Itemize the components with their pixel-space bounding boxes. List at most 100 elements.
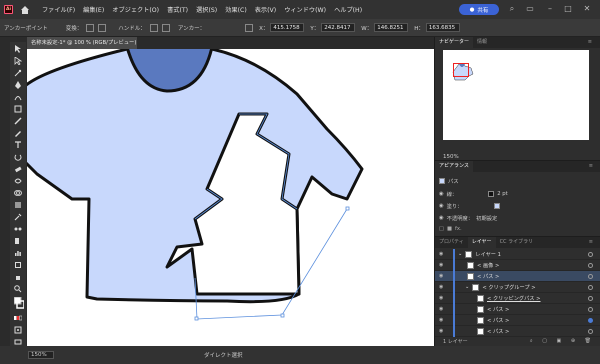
pen-tool-icon[interactable]: [12, 79, 24, 90]
w-input[interactable]: 146.8251: [374, 23, 409, 32]
tab-info[interactable]: 情報: [473, 37, 491, 48]
layer-row[interactable]: ◉ < 画像 >: [435, 259, 600, 271]
target-icon[interactable]: [588, 306, 593, 312]
target-icon[interactable]: [588, 317, 593, 323]
minimize-icon[interactable]: –: [544, 3, 556, 15]
blend-tool-icon[interactable]: [12, 223, 24, 234]
width-tool-icon[interactable]: [12, 175, 24, 186]
convert-smooth-icon[interactable]: [98, 23, 107, 32]
shape-builder-icon[interactable]: [12, 187, 24, 198]
graph-tool-icon[interactable]: [12, 247, 24, 258]
maximize-icon[interactable]: □: [562, 3, 574, 15]
fill-stroke-swatch-icon[interactable]: [12, 295, 24, 311]
menu-type[interactable]: 書式(T): [163, 5, 192, 14]
zoom-tool-icon[interactable]: [12, 283, 24, 294]
layer-actions[interactable]: ⌕ ▢ ▣ ⊕ 🗑: [530, 338, 595, 344]
menu-file[interactable]: ファイル(F): [38, 5, 79, 14]
target-icon[interactable]: [588, 262, 593, 268]
share-button[interactable]: ● 共有: [459, 4, 499, 15]
target-icon[interactable]: [588, 328, 593, 334]
convert-anchor-icon[interactable]: [86, 23, 95, 32]
opacity-value[interactable]: 初期設定: [476, 214, 497, 222]
tab-appearance[interactable]: アピアランス: [435, 161, 473, 172]
menu-effect[interactable]: 効果(C): [221, 5, 251, 14]
arrange-icon[interactable]: ▭: [524, 3, 536, 15]
home-icon[interactable]: [18, 3, 32, 17]
menu-help[interactable]: ヘルプ(H): [330, 5, 366, 14]
eye-icon[interactable]: ◉: [439, 295, 447, 301]
curvature-tool-icon[interactable]: [12, 91, 24, 102]
tab-navigator[interactable]: ナビゲーター: [435, 37, 474, 48]
close-icon[interactable]: ✕: [581, 3, 593, 15]
eye-icon[interactable]: ◉: [439, 191, 444, 197]
tab-properties[interactable]: プロパティ: [435, 237, 468, 248]
menu-edit[interactable]: 編集(E): [79, 5, 108, 14]
symbol-sprayer-icon[interactable]: [12, 235, 24, 246]
y-input[interactable]: 242.8417: [321, 23, 356, 32]
layer-row[interactable]: ◉ < パス >: [435, 314, 600, 326]
pencil-tool-icon[interactable]: [12, 127, 24, 138]
expand-icon[interactable]: ⌄: [458, 251, 462, 257]
eye-icon[interactable]: ◉: [439, 306, 447, 312]
layer-row[interactable]: ◉ ⌄ < クリップグループ >: [435, 281, 600, 293]
layer-row[interactable]: ◉ < クリッピングパス >: [435, 292, 600, 304]
target-icon[interactable]: [588, 284, 593, 290]
layer-row[interactable]: ◉ ⌄ レイヤー 1: [435, 248, 600, 260]
expand-icon[interactable]: ⌄: [465, 284, 469, 290]
opacity-row[interactable]: ◉ 不透明度： 初期設定: [439, 214, 497, 222]
fx-icon[interactable]: fx.: [455, 226, 462, 232]
navigator-preview[interactable]: [443, 50, 589, 140]
stroke-swatch[interactable]: [488, 191, 495, 197]
selection-tool-icon[interactable]: [12, 43, 24, 54]
menu-select[interactable]: 選択(S): [192, 5, 221, 14]
eye-icon[interactable]: ◉: [439, 328, 447, 334]
canvas-area[interactable]: [27, 49, 434, 346]
menu-view[interactable]: 表示(V): [251, 5, 280, 14]
navigator-view-rect[interactable]: [453, 63, 469, 77]
shirt-illustration[interactable]: [27, 49, 434, 346]
tab-layers[interactable]: レイヤー: [467, 237, 496, 248]
layer-row[interactable]: ◉ < パス >: [435, 303, 600, 315]
draw-mode-icon[interactable]: [12, 324, 24, 335]
eye-icon[interactable]: ◉: [439, 251, 447, 257]
eraser-tool-icon[interactable]: [12, 163, 24, 174]
eye-icon[interactable]: ◉: [439, 284, 447, 290]
reference-point-icon[interactable]: [245, 23, 254, 32]
gradient-tool-icon[interactable]: [12, 199, 24, 210]
hand-tool-icon[interactable]: [12, 271, 24, 282]
stroke-row[interactable]: ◉ 線： 2 pt: [439, 190, 508, 198]
target-icon[interactable]: [588, 273, 593, 279]
fill-swatch[interactable]: [493, 203, 500, 209]
eye-icon[interactable]: ◉: [439, 215, 444, 221]
panel-menu-icon[interactable]: ≡: [585, 237, 597, 248]
eye-icon[interactable]: ◉: [439, 317, 447, 323]
menu-object[interactable]: オブジェクト(O): [108, 5, 163, 14]
panel-menu-icon[interactable]: ≡: [584, 37, 596, 48]
search-icon[interactable]: ⌕: [506, 3, 518, 15]
fill-row[interactable]: ◉ 塗り：: [439, 202, 500, 210]
eye-icon[interactable]: ◉: [439, 273, 447, 279]
type-tool-icon[interactable]: [12, 139, 24, 150]
document-tab[interactable]: 名称未設定-1* @ 100 % (RGB/プレビュー): [27, 37, 137, 49]
artboard-tool-icon[interactable]: [12, 259, 24, 270]
menu-window[interactable]: ウィンドウ(W): [280, 5, 330, 14]
target-icon[interactable]: [588, 295, 593, 301]
eye-icon[interactable]: ◉: [439, 262, 447, 268]
h-input[interactable]: 163.6835: [425, 23, 460, 32]
direct-selection-tool-icon[interactable]: [12, 55, 24, 66]
add-stroke-icon[interactable]: □: [439, 226, 444, 232]
color-mode-icon[interactable]: [12, 312, 24, 323]
rotate-tool-icon[interactable]: [12, 151, 24, 162]
stroke-value[interactable]: 2 pt: [497, 191, 508, 197]
x-input[interactable]: 415.1758: [270, 23, 305, 32]
panel-menu-icon[interactable]: ≡: [585, 161, 597, 172]
eyedropper-tool-icon[interactable]: [12, 211, 24, 222]
target-icon[interactable]: [588, 251, 593, 257]
tab-cc-libraries[interactable]: CC ライブラリ: [496, 237, 538, 248]
eye-icon[interactable]: ◉: [439, 203, 444, 209]
paintbrush-tool-icon[interactable]: [12, 115, 24, 126]
layer-row[interactable]: ◉ < パス >: [435, 270, 600, 282]
artboard[interactable]: [27, 49, 434, 346]
magic-wand-icon[interactable]: [12, 67, 24, 78]
rectangle-tool-icon[interactable]: [12, 103, 24, 114]
